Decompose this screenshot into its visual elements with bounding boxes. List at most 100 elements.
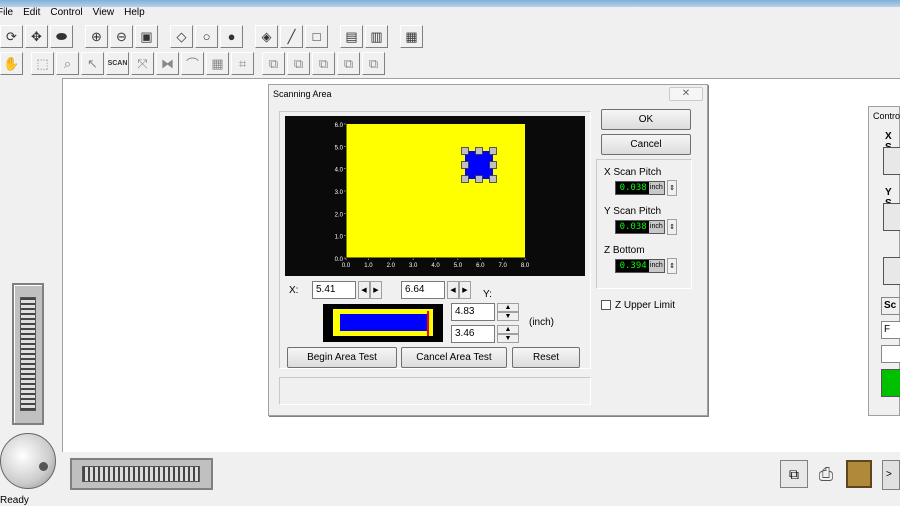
scan-icon[interactable]: SCAN [106, 52, 129, 75]
menu-control[interactable]: Control [50, 7, 82, 21]
y-tick-label: 2.0 [335, 212, 344, 218]
resize-handle[interactable] [489, 175, 497, 183]
control-x-button[interactable] [883, 147, 900, 175]
box-icon[interactable]: ◇ [170, 25, 193, 48]
resize-handle[interactable] [475, 147, 483, 155]
x-end-right-arrow[interactable]: ▶ [459, 281, 471, 299]
x-tick-label: 2.0 [387, 263, 396, 269]
x-tick-label: 4.0 [431, 263, 440, 269]
printer-icon[interactable]: ⎙ [812, 460, 840, 488]
arch-icon[interactable]: ⌒ [181, 52, 204, 75]
resize-handle[interactable] [461, 147, 469, 155]
frame-icon[interactable]: ⌗ [231, 52, 254, 75]
exit-door-icon[interactable] [846, 460, 872, 488]
x-scan-pitch-value: 0.038 [619, 183, 647, 193]
crop-icon[interactable]: ▦ [206, 52, 229, 75]
x-scan-pitch-unit: inch [648, 182, 664, 194]
zoom-in-icon[interactable]: ⊕ [85, 25, 108, 48]
rotate-icon[interactable]: ⟳ [0, 25, 23, 48]
zoom-out-icon[interactable]: ⊖ [110, 25, 133, 48]
expand-icon[interactable]: ⤧ [131, 52, 154, 75]
y-end-down-arrow[interactable]: ▼ [497, 334, 519, 343]
cylinder-icon[interactable]: ⬬ [50, 25, 73, 48]
x-scan-pitch-display[interactable]: 0.038 inch [615, 181, 665, 195]
hand-icon[interactable]: ✋ [0, 52, 23, 75]
rotary-knob[interactable] [0, 433, 56, 489]
menu-edit[interactable]: Edit [23, 7, 40, 21]
paint-bucket-icon[interactable]: ◈ [255, 25, 278, 48]
x-start-left-arrow[interactable]: ◀ [358, 281, 370, 299]
y-label: Y: [483, 289, 492, 300]
cube-stack-icon[interactable]: ▤ [340, 25, 363, 48]
y-start-up-arrow[interactable]: ▲ [497, 303, 519, 312]
resize-handle[interactable] [489, 147, 497, 155]
z-bottom-spinner[interactable]: ⇕ [667, 258, 677, 274]
vertical-wheel-slider[interactable] [12, 283, 44, 425]
x-start-right-arrow[interactable]: ▶ [370, 281, 382, 299]
control-blank-field[interactable] [881, 345, 900, 363]
scan-bed-area [346, 124, 525, 258]
y-end-up-arrow[interactable]: ▲ [497, 325, 519, 334]
x-scan-pitch-spinner[interactable]: ⇕ [667, 180, 677, 196]
cube2-icon[interactable]: ⧉ [287, 52, 310, 75]
resize-handle[interactable] [489, 161, 497, 169]
y-start-down-arrow[interactable]: ▼ [497, 312, 519, 321]
y-scan-pitch-display[interactable]: 0.038 inch [615, 220, 665, 234]
y-start-field[interactable]: 4.83 [451, 303, 495, 321]
cube3-icon[interactable]: ⧉ [312, 52, 335, 75]
z-upper-limit-checkbox[interactable] [601, 300, 611, 310]
x-tick-label: 7.0 [498, 263, 507, 269]
z-bottom-display[interactable]: 0.394 inch [615, 259, 665, 273]
ok-button[interactable]: OK [601, 109, 691, 130]
x-tick-label: 8.0 [521, 263, 530, 269]
y-end-field[interactable]: 3.46 [451, 325, 495, 343]
toolbar-row-1: ⟳ ✥ ⬬ ⊕ ⊖ ▣ ◇ ○ ● ◈ ╱ □ ▤ ▥ ▦ [0, 25, 423, 50]
x-end-left-arrow[interactable]: ◀ [447, 281, 459, 299]
y-scan-pitch-label: Y Scan Pitch [604, 206, 662, 217]
cancel-area-test-button[interactable]: Cancel Area Test [401, 347, 507, 368]
sphere-outline-icon[interactable]: ○ [195, 25, 218, 48]
menu-help[interactable]: Help [124, 7, 145, 21]
toolbar-row-2: ✋ ⬚ ⌕ ↖ SCAN ⤧ ⧓ ⌒ ▦ ⌗ ⧉ ⧉ ⧉ ⧉ ⧉ [0, 52, 385, 77]
resize-handle[interactable] [461, 161, 469, 169]
menu-view[interactable]: View [93, 7, 115, 21]
horizontal-wheel-slider[interactable] [70, 458, 213, 490]
windows-icon[interactable]: ⧉ [780, 460, 808, 488]
x-end-field[interactable]: 6.64 [401, 281, 445, 299]
menu-file[interactable]: File [0, 7, 13, 21]
z-bottom-label: Z Bottom [604, 245, 645, 256]
control-z-button[interactable] [883, 257, 900, 285]
control-go-button[interactable] [881, 369, 900, 397]
cube1-icon[interactable]: ⧉ [262, 52, 285, 75]
cube4-icon[interactable]: ⧉ [337, 52, 360, 75]
magnifier-icon[interactable]: ⌕ [56, 52, 79, 75]
next-button[interactable]: > [882, 460, 900, 490]
blank-icon[interactable]: □ [305, 25, 328, 48]
brush-icon[interactable]: ╱ [280, 25, 303, 48]
mini-area-preview [323, 304, 443, 342]
mirror-icon[interactable]: ⧓ [156, 52, 179, 75]
cube5-icon[interactable]: ⧉ [362, 52, 385, 75]
cancel-button[interactable]: Cancel [601, 134, 691, 155]
begin-area-test-button[interactable]: Begin Area Test [287, 347, 397, 368]
reset-button[interactable]: Reset [512, 347, 580, 368]
sphere-icon[interactable]: ● [220, 25, 243, 48]
y-scan-pitch-spinner[interactable]: ⇕ [667, 219, 677, 235]
x-scan-pitch-label: X Scan Pitch [604, 167, 662, 178]
x-start-field[interactable]: 5.41 [312, 281, 356, 299]
control-f-field[interactable]: F [881, 321, 900, 339]
area-preview-plot[interactable]: 6.0 5.0 4.0 3.0 2.0 1.0 0.0 0.0 1.0 2.0 3.0 4.0 5.0 6… [285, 116, 585, 276]
lasso-icon[interactable]: ↖ [81, 52, 104, 75]
plot-svg: 6.05.04.03.02.01.00.00.0 1.0 2.0 3.0 4.0 5.0 6… [335, 123, 530, 269]
grid-map-icon[interactable]: ▥ [365, 25, 388, 48]
resize-handle[interactable] [475, 175, 483, 183]
close-icon[interactable]: ✕ [669, 87, 703, 101]
palette-icon[interactable]: ▦ [400, 25, 423, 48]
fit-icon[interactable]: ▣ [135, 25, 158, 48]
control-scan-label[interactable]: Sc [881, 297, 900, 315]
resize-handle[interactable] [461, 175, 469, 183]
z-bottom-value: 0.394 [619, 261, 647, 271]
move-icon[interactable]: ✥ [25, 25, 48, 48]
control-y-button[interactable] [883, 203, 900, 231]
select-rect-icon[interactable]: ⬚ [31, 52, 54, 75]
